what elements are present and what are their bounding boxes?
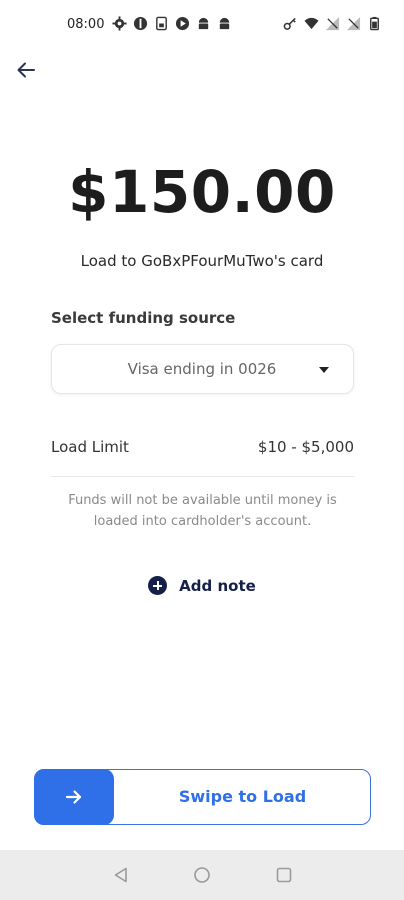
arrow-left-icon — [17, 62, 35, 78]
circle-home-icon[interactable] — [193, 866, 211, 884]
plus-circle-icon — [148, 576, 168, 595]
swipe-label: Swipe to Load — [178, 787, 307, 806]
play-icon — [175, 16, 190, 31]
funding-source-label: Select funding source — [51, 309, 236, 327]
load-recipient-text: Load to GoBxPFourMuTwo's card — [80, 252, 324, 270]
android-icon — [219, 17, 230, 30]
add-note-button[interactable]: Add note — [0, 576, 404, 595]
android-icon — [198, 17, 209, 30]
status-system-icons — [283, 16, 382, 31]
no-signal-icon — [346, 16, 361, 31]
swipe-handle[interactable] — [34, 769, 114, 825]
triangle-back-icon[interactable] — [112, 866, 130, 884]
status-notification-icons — [112, 16, 232, 31]
system-nav-bar — [0, 850, 404, 900]
funding-source-value: Visa ending in 0026 — [127, 360, 277, 378]
status-time: 08:00 — [67, 17, 105, 32]
arrow-right-icon — [65, 790, 82, 804]
load-limit-value: $10 - $5,000 — [257, 438, 354, 456]
load-amount: $150.00 — [68, 158, 336, 226]
caret-down-icon — [319, 367, 329, 373]
funding-source-select[interactable]: Visa ending in 0026 — [51, 344, 354, 394]
funds-notice: Funds will not be available until money … — [68, 493, 337, 529]
divider — [51, 476, 354, 477]
no-signal-icon — [325, 16, 340, 31]
add-note-label: Add note — [179, 576, 256, 595]
swipe-to-load-slider[interactable]: Swipe to Load — [34, 769, 371, 825]
wifi-icon — [304, 17, 319, 30]
sim-icon — [156, 16, 167, 31]
circle-app-icon — [133, 16, 148, 31]
battery-icon — [370, 16, 379, 31]
key-icon — [283, 17, 296, 30]
settings-icon — [112, 16, 127, 31]
back-button[interactable] — [12, 56, 40, 84]
load-limit-row: Load Limit $10 - $5,000 — [51, 438, 354, 456]
load-limit-label: Load Limit — [51, 438, 129, 456]
status-bar: 08:00 — [0, 0, 404, 52]
square-recents-icon[interactable] — [275, 866, 293, 884]
